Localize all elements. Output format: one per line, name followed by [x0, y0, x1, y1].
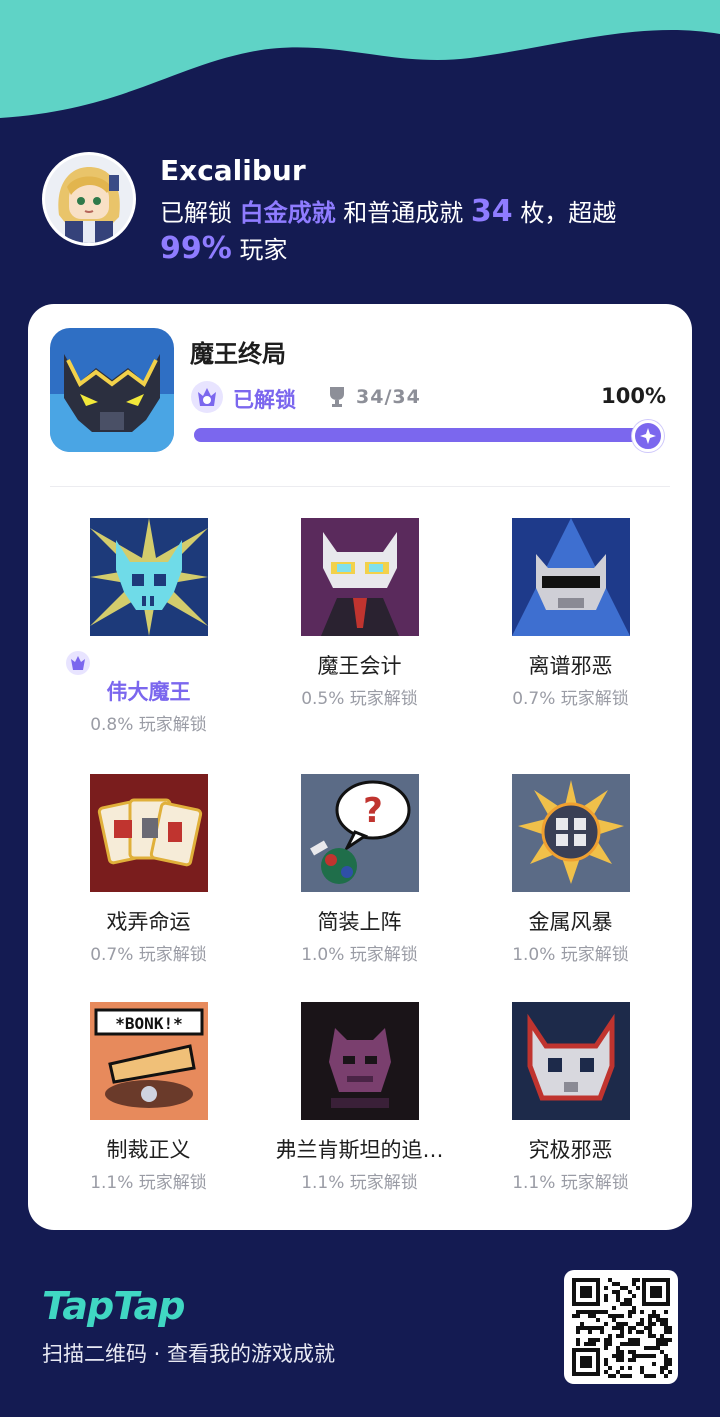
- qr-code-image: [570, 1276, 672, 1378]
- avatar-illustration-icon: [45, 155, 133, 243]
- trophy-icon: [330, 387, 344, 407]
- achievement-name: 伟大魔王: [106, 680, 191, 704]
- divider: [50, 486, 670, 487]
- achievement-rate: 0.7% 玩家解锁: [90, 945, 207, 965]
- achievement-rate: 0.7% 玩家解锁: [512, 689, 629, 709]
- percentile-value: 99%: [160, 231, 232, 266]
- progress-fill: [194, 428, 660, 442]
- game-icon[interactable]: [50, 328, 174, 452]
- bonk-hammer-icon: *BONK!*: [89, 1002, 208, 1120]
- achievement-item[interactable]: 离谱邪恶 0.7% 玩家解锁: [465, 518, 676, 748]
- demon-helmet-icon: [50, 328, 174, 452]
- summary-text: 和普通成就: [343, 199, 464, 227]
- achievement-item[interactable]: 金属风暴 1.0% 玩家解锁: [465, 774, 676, 1004]
- achievement-progress-count: 34/34: [356, 386, 421, 408]
- playing-cards-icon: [89, 774, 208, 892]
- summary-text: 枚，超越: [520, 199, 617, 227]
- scan-caption: 扫描二维码 · 查看我的游戏成就: [42, 1342, 336, 1366]
- red-outline-skull-icon: [511, 1002, 630, 1120]
- progress-bar: [194, 428, 660, 442]
- summary-text: 已解锁: [160, 199, 232, 227]
- achievement-count: 34: [470, 194, 513, 229]
- profile-header: Excalibur 已解锁 白金成就 和普通成就 34 枚，超越 99% 玩家: [42, 152, 682, 272]
- spiked-target-icon: [511, 774, 630, 892]
- achievement-rate: 1.1% 玩家解锁: [90, 1173, 207, 1193]
- achievement-item[interactable]: 伟大魔王 0.8% 玩家解锁: [43, 518, 254, 748]
- achievement-rate: 0.5% 玩家解锁: [301, 689, 418, 709]
- purple-demon-icon: [300, 1002, 419, 1120]
- achievement-item[interactable]: ? 简装上阵 1.0% 玩家解锁: [254, 774, 465, 1004]
- svg-text:?: ?: [363, 791, 383, 831]
- achievement-item[interactable]: 魔王会计 0.5% 玩家解锁: [254, 518, 465, 748]
- achievement-item[interactable]: 弗兰肯斯坦的追… 1.1% 玩家解锁: [254, 1002, 465, 1232]
- completion-percent: 100%: [601, 384, 666, 408]
- game-title: 魔王终局: [190, 340, 286, 368]
- unlocked-label: 已解锁: [233, 388, 296, 412]
- summary-text: 玩家: [239, 236, 288, 264]
- question-bubble-icon: ?: [300, 774, 419, 892]
- avatar[interactable]: [42, 152, 136, 246]
- taptap-logo: TapTap: [42, 1284, 186, 1328]
- skull-sunglasses-icon: [511, 518, 630, 636]
- platinum-badge-icon: [66, 651, 90, 675]
- achievement-rate: 1.0% 玩家解锁: [512, 945, 629, 965]
- achievement-rate: 1.0% 玩家解锁: [301, 945, 418, 965]
- achievement-item[interactable]: *BONK!* 制裁正义 1.1% 玩家解锁: [43, 1002, 254, 1232]
- horned-skull-burst-icon: [89, 518, 208, 636]
- platinum-badge-icon: [191, 381, 223, 413]
- achievement-item[interactable]: 戏弄命运 0.7% 玩家解锁: [43, 774, 254, 1004]
- achievement-name: 戏弄命运: [106, 910, 191, 934]
- qr-code-icon[interactable]: [564, 1270, 678, 1384]
- achievement-name: 魔王会计: [317, 654, 402, 678]
- bonk-text: *BONK!*: [115, 1014, 182, 1033]
- progress-complete-icon: [632, 420, 664, 452]
- game-achievement-card: 魔王终局 已解锁 34/34 100% 伟大魔王 0.8% 玩家解锁 魔王会计 …: [28, 304, 692, 1230]
- achievement-name: 离谱邪恶: [528, 654, 613, 678]
- achievement-item[interactable]: 究极邪恶 1.1% 玩家解锁: [465, 1002, 676, 1232]
- achievement-name: 简装上阵: [317, 910, 402, 934]
- header-wave: [0, 0, 720, 118]
- achievement-name: 弗兰肯斯坦的追…: [275, 1138, 444, 1162]
- platinum-label: 白金成就: [239, 199, 336, 227]
- username: Excalibur: [160, 154, 306, 187]
- achievement-rate: 0.8% 玩家解锁: [90, 715, 207, 735]
- skull-glasses-suit-icon: [300, 518, 419, 636]
- achievement-rate: 1.1% 玩家解锁: [512, 1173, 629, 1193]
- achievement-name: 金属风暴: [528, 910, 613, 934]
- achievement-name: 究极邪恶: [528, 1138, 613, 1162]
- achievement-rate: 1.1% 玩家解锁: [301, 1173, 418, 1193]
- achievement-summary: 已解锁 白金成就 和普通成就 34 枚，超越 99% 玩家: [160, 194, 680, 268]
- achievement-name: 制裁正义: [106, 1138, 191, 1162]
